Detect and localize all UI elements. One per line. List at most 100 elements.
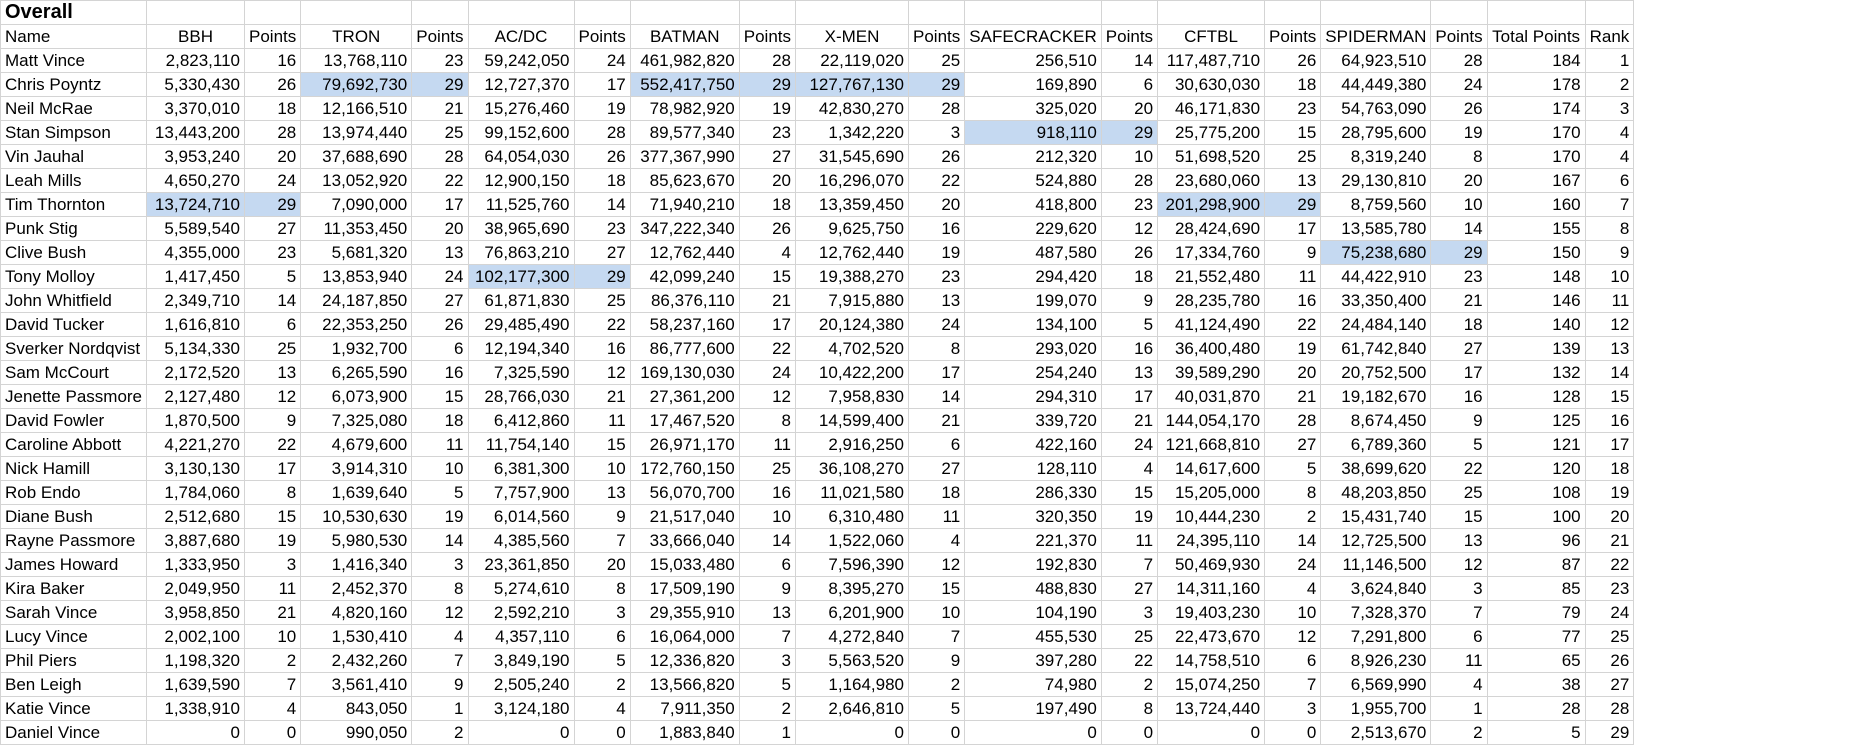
- table-cell[interactable]: 25: [1100, 624, 1159, 649]
- table-cell[interactable]: 4: [1584, 120, 1635, 145]
- table-cell[interactable]: 10: [1100, 144, 1159, 169]
- table-cell[interactable]: 22: [411, 168, 469, 193]
- table-cell[interactable]: 2,823,110: [146, 48, 246, 73]
- player-name-cell[interactable]: Sam McCourt: [0, 360, 148, 385]
- table-cell[interactable]: 27: [1264, 432, 1322, 457]
- table-cell[interactable]: 5,980,530: [300, 528, 413, 553]
- player-name-cell[interactable]: Neil McRae: [0, 96, 148, 121]
- table-cell[interactable]: 23: [1264, 96, 1322, 121]
- table-cell[interactable]: 24,187,850: [300, 288, 413, 313]
- table-cell[interactable]: 20: [1100, 96, 1159, 121]
- table-cell[interactable]: 27: [1100, 576, 1159, 601]
- table-cell[interactable]: 18: [908, 480, 966, 505]
- table-cell[interactable]: 5: [411, 480, 469, 505]
- player-name-cell[interactable]: Rob Endo: [0, 480, 148, 505]
- table-cell[interactable]: 25: [908, 48, 966, 73]
- table-cell[interactable]: 4,820,160: [300, 600, 413, 625]
- table-cell[interactable]: 6,201,900: [795, 600, 910, 625]
- table-cell[interactable]: 9: [738, 576, 797, 601]
- table-cell[interactable]: 3: [1264, 696, 1322, 721]
- table-cell[interactable]: 13,768,110: [300, 48, 413, 73]
- table-cell[interactable]: 16: [1430, 384, 1488, 409]
- table-cell[interactable]: 17,334,760: [1157, 240, 1266, 265]
- table-cell[interactable]: 1,338,910: [146, 696, 246, 721]
- table-cell[interactable]: 23: [738, 120, 797, 145]
- table-cell[interactable]: 25,775,200: [1157, 120, 1266, 145]
- table-cell[interactable]: 6: [1264, 648, 1322, 673]
- table-cell[interactable]: 12,725,500: [1320, 528, 1432, 553]
- table-cell[interactable]: 18: [1584, 456, 1635, 481]
- table-cell[interactable]: 20: [573, 552, 631, 577]
- table-cell[interactable]: 6,310,480: [795, 504, 910, 529]
- table-cell[interactable]: 21: [1100, 408, 1159, 433]
- table-cell[interactable]: 0: [244, 720, 302, 745]
- table-cell[interactable]: 7,291,800: [1320, 624, 1432, 649]
- table-cell[interactable]: 12: [908, 552, 966, 577]
- table-cell[interactable]: 6: [1100, 72, 1159, 97]
- table-cell[interactable]: 29: [411, 72, 469, 97]
- table-cell[interactable]: 15: [1430, 504, 1488, 529]
- player-name-cell[interactable]: Diane Bush: [0, 504, 148, 529]
- table-cell[interactable]: 918,110: [964, 120, 1102, 145]
- table-cell[interactable]: 58,237,160: [629, 312, 740, 337]
- table-cell[interactable]: 30,630,030: [1157, 72, 1266, 97]
- table-cell[interactable]: 24,484,140: [1320, 312, 1432, 337]
- table-cell[interactable]: 22: [1264, 312, 1322, 337]
- table-cell[interactable]: 15: [1264, 120, 1322, 145]
- table-cell[interactable]: 21,517,040: [629, 504, 740, 529]
- table-cell[interactable]: 27: [411, 288, 469, 313]
- table-cell[interactable]: 461,982,820: [629, 48, 740, 73]
- table-cell[interactable]: 61,871,830: [467, 288, 575, 313]
- table-cell[interactable]: 7,328,370: [1320, 600, 1432, 625]
- table-cell[interactable]: 18: [1100, 264, 1159, 289]
- table-cell[interactable]: 1,164,980: [795, 672, 910, 697]
- table-cell[interactable]: 6: [1584, 168, 1635, 193]
- table-cell[interactable]: 2,646,810: [795, 696, 910, 721]
- table-cell[interactable]: 418,800: [964, 192, 1102, 217]
- table-cell[interactable]: 17: [411, 192, 469, 217]
- table-cell[interactable]: 1,870,500: [146, 408, 246, 433]
- table-cell[interactable]: 29,485,490: [467, 312, 575, 337]
- table-cell[interactable]: 17: [573, 72, 631, 97]
- table-cell[interactable]: 108: [1486, 480, 1586, 505]
- table-cell[interactable]: 13,974,440: [300, 120, 413, 145]
- table-cell[interactable]: 12: [1264, 624, 1322, 649]
- table-cell[interactable]: 9: [908, 648, 966, 673]
- table-cell[interactable]: 7,325,080: [300, 408, 413, 433]
- table-cell[interactable]: 339,720: [964, 408, 1102, 433]
- table-cell[interactable]: 71,940,210: [629, 192, 740, 217]
- table-cell[interactable]: 20: [908, 192, 966, 217]
- table-cell[interactable]: 13: [1430, 528, 1488, 553]
- table-cell[interactable]: 22,473,670: [1157, 624, 1266, 649]
- table-cell[interactable]: 990,050: [300, 720, 413, 745]
- table-cell[interactable]: 17: [908, 360, 966, 385]
- table-cell[interactable]: 3,953,240: [146, 144, 246, 169]
- table-cell[interactable]: 293,020: [964, 336, 1102, 361]
- table-cell[interactable]: 24: [1264, 552, 1322, 577]
- player-name-cell[interactable]: Leah Mills: [0, 168, 148, 193]
- table-cell[interactable]: 7: [1264, 672, 1322, 697]
- player-name-cell[interactable]: Stan Simpson: [0, 120, 148, 145]
- table-cell[interactable]: 13,724,440: [1157, 696, 1266, 721]
- table-cell[interactable]: 21: [411, 96, 469, 121]
- table-cell[interactable]: 22: [1584, 552, 1635, 577]
- table-cell[interactable]: 14: [1264, 528, 1322, 553]
- table-cell[interactable]: 48,203,850: [1320, 480, 1432, 505]
- table-cell[interactable]: 10: [1264, 600, 1322, 625]
- table-cell[interactable]: 20: [738, 168, 797, 193]
- column-header[interactable]: Total Points: [1486, 24, 1586, 49]
- table-cell[interactable]: 13: [244, 360, 302, 385]
- table-cell[interactable]: 28: [411, 144, 469, 169]
- table-cell[interactable]: 132: [1486, 360, 1586, 385]
- column-header[interactable]: TRON: [300, 24, 413, 49]
- table-cell[interactable]: 19: [1264, 336, 1322, 361]
- player-name-cell[interactable]: Phil Piers: [0, 648, 148, 673]
- table-cell[interactable]: 59,242,050: [467, 48, 575, 73]
- table-cell[interactable]: 7: [738, 624, 797, 649]
- table-cell[interactable]: 167: [1486, 168, 1586, 193]
- table-cell[interactable]: 5,134,330: [146, 336, 246, 361]
- table-cell[interactable]: 15: [1584, 384, 1635, 409]
- table-cell[interactable]: 174: [1486, 96, 1586, 121]
- table-cell[interactable]: 7: [244, 672, 302, 697]
- table-cell[interactable]: 4,355,000: [146, 240, 246, 265]
